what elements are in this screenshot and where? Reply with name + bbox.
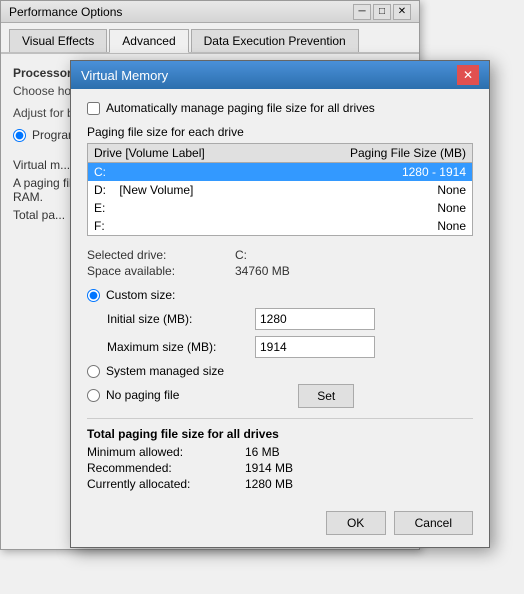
virtual-memory-dialog: Virtual Memory ✕ Automatically manage pa… <box>70 60 490 548</box>
perf-title-text: Performance Options <box>9 5 122 19</box>
selected-drive-value: C: <box>235 248 473 262</box>
max-size-input[interactable] <box>255 336 375 358</box>
total-title: Total paging file size for all drives <box>87 427 473 441</box>
vm-close-button[interactable]: ✕ <box>457 65 479 85</box>
ok-button[interactable]: OK <box>326 511 386 535</box>
cancel-button[interactable]: Cancel <box>394 511 473 535</box>
custom-size-radio-row: Custom size: <box>87 288 473 302</box>
drive-info: Selected drive: C: Space available: 3476… <box>87 248 473 278</box>
no-paging-radio[interactable] <box>87 389 100 402</box>
drive-c: C: <box>94 165 280 179</box>
header-paging: Paging File Size (MB) <box>280 146 466 160</box>
drive-table: Drive [Volume Label] Paging File Size (M… <box>87 143 473 236</box>
drive-d: D: [New Volume] <box>94 183 280 197</box>
no-paging-set-row: No paging file Set <box>87 382 473 408</box>
header-drive: Drive [Volume Label] <box>94 146 280 160</box>
tab-advanced[interactable]: Advanced <box>109 29 188 53</box>
auto-manage-label: Automatically manage paging file size fo… <box>106 101 375 115</box>
paging-c: 1280 - 1914 <box>280 165 466 179</box>
system-managed-radio[interactable] <box>87 365 100 378</box>
system-managed-label: System managed size <box>106 364 224 378</box>
paging-section-label: Paging file size for each drive <box>87 125 473 139</box>
paging-d: None <box>280 183 466 197</box>
vm-title-bar: Virtual Memory ✕ <box>71 61 489 89</box>
tab-visual-effects[interactable]: Visual Effects <box>9 29 107 52</box>
drive-e: E: <box>94 201 280 215</box>
initial-size-input[interactable] <box>255 308 375 330</box>
paging-f: None <box>280 219 466 233</box>
selected-drive-label: Selected drive: <box>87 248 227 262</box>
auto-manage-row: Automatically manage paging file size fo… <box>87 101 473 115</box>
min-allowed-value: 16 MB <box>245 445 473 459</box>
paging-e: None <box>280 201 466 215</box>
table-row[interactable]: E: None <box>88 199 472 217</box>
table-row[interactable]: D: [New Volume] None <box>88 181 472 199</box>
table-header: Drive [Volume Label] Paging File Size (M… <box>88 144 472 163</box>
no-paging-row: No paging file <box>87 388 179 402</box>
max-size-label: Maximum size (MB): <box>107 340 247 354</box>
total-section: Total paging file size for all drives Mi… <box>87 418 473 491</box>
close-button[interactable]: ✕ <box>393 4 411 20</box>
total-grid: Minimum allowed: 16 MB Recommended: 1914… <box>87 445 473 491</box>
title-bar-controls: ─ □ ✕ <box>353 4 411 20</box>
recommended-value: 1914 MB <box>245 461 473 475</box>
vm-body: Automatically manage paging file size fo… <box>71 89 489 503</box>
minimize-button[interactable]: ─ <box>353 4 371 20</box>
drive-f: F: <box>94 219 280 233</box>
space-available-value: 34760 MB <box>235 264 473 278</box>
custom-size-radio[interactable] <box>87 289 100 302</box>
set-button[interactable]: Set <box>298 384 354 408</box>
maximize-button[interactable]: □ <box>373 4 391 20</box>
perf-title-bar: Performance Options ─ □ ✕ <box>1 1 419 23</box>
min-allowed-label: Minimum allowed: <box>87 445 237 459</box>
space-available-label: Space available: <box>87 264 227 278</box>
auto-manage-checkbox[interactable] <box>87 102 100 115</box>
table-row[interactable]: F: None <box>88 217 472 235</box>
initial-size-label: Initial size (MB): <box>107 312 247 326</box>
custom-size-label: Custom size: <box>106 288 175 302</box>
system-managed-row: System managed size <box>87 364 473 378</box>
perf-tabs: Visual Effects Advanced Data Execution P… <box>1 23 419 54</box>
vm-title-text: Virtual Memory <box>81 68 168 83</box>
currently-allocated-label: Currently allocated: <box>87 477 237 491</box>
radio-programs-input[interactable] <box>13 129 26 142</box>
tab-data-execution[interactable]: Data Execution Prevention <box>191 29 359 52</box>
recommended-label: Recommended: <box>87 461 237 475</box>
dialog-buttons: OK Cancel <box>71 503 489 547</box>
size-grid: Initial size (MB): Maximum size (MB): <box>107 308 473 358</box>
table-row[interactable]: C: 1280 - 1914 <box>88 163 472 181</box>
currently-allocated-value: 1280 MB <box>245 477 473 491</box>
no-paging-label: No paging file <box>106 388 179 402</box>
custom-size-section: Custom size: Initial size (MB): Maximum … <box>87 288 473 358</box>
